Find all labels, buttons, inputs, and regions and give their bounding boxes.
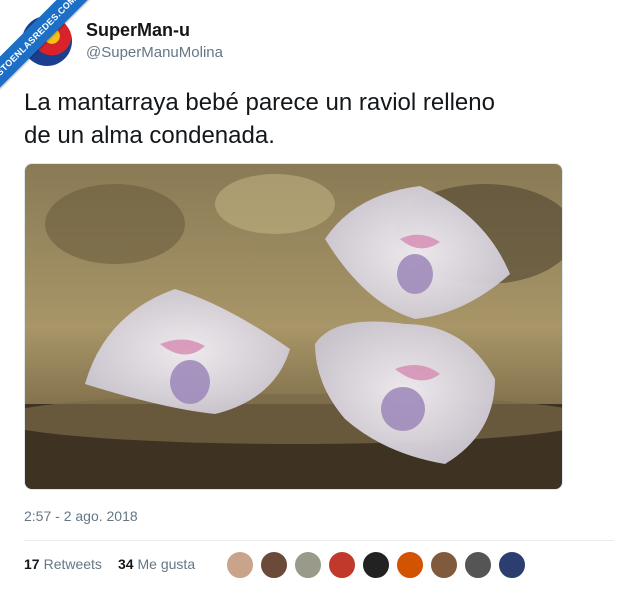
liker-avatar[interactable] [260, 551, 288, 579]
liker-avatar[interactable] [396, 551, 424, 579]
liker-avatar[interactable] [430, 551, 458, 579]
liker-avatar[interactable] [328, 551, 356, 579]
tweet-text-line2: de un alma condenada. [24, 122, 275, 149]
retweets-count: 17 [24, 556, 40, 572]
tweet-text: La mantarraya bebé parece un raviol rell… [24, 86, 614, 152]
liker-avatar[interactable] [498, 551, 526, 579]
divider-top [24, 540, 614, 541]
liker-avatar[interactable] [294, 551, 322, 579]
liker-avatars [226, 551, 532, 579]
tweet-timestamp[interactable]: 2:57 - 2 ago. 2018 [24, 508, 138, 524]
liker-avatar[interactable] [362, 551, 390, 579]
tweet-text-line1: La mantarraya bebé parece un raviol rell… [24, 89, 495, 116]
retweets-label: Retweets [43, 556, 102, 572]
likes-label: Me gusta [137, 556, 196, 572]
liker-avatar[interactable] [226, 551, 254, 579]
liker-avatar[interactable] [464, 551, 492, 579]
user-handle[interactable]: @SuperManuMolina [86, 44, 223, 61]
tweet-photo[interactable] [24, 163, 563, 490]
stingray-photo-illustration [25, 164, 562, 489]
likes-count: 34 [117, 556, 134, 572]
retweets-stat[interactable]: 17 Retweets [24, 556, 102, 572]
likes-stat[interactable]: 34 Me gusta [118, 556, 195, 572]
tweet-stats: 17 Retweets 34 Me gusta [24, 556, 211, 572]
user-name[interactable]: SuperMan-u [86, 20, 190, 41]
